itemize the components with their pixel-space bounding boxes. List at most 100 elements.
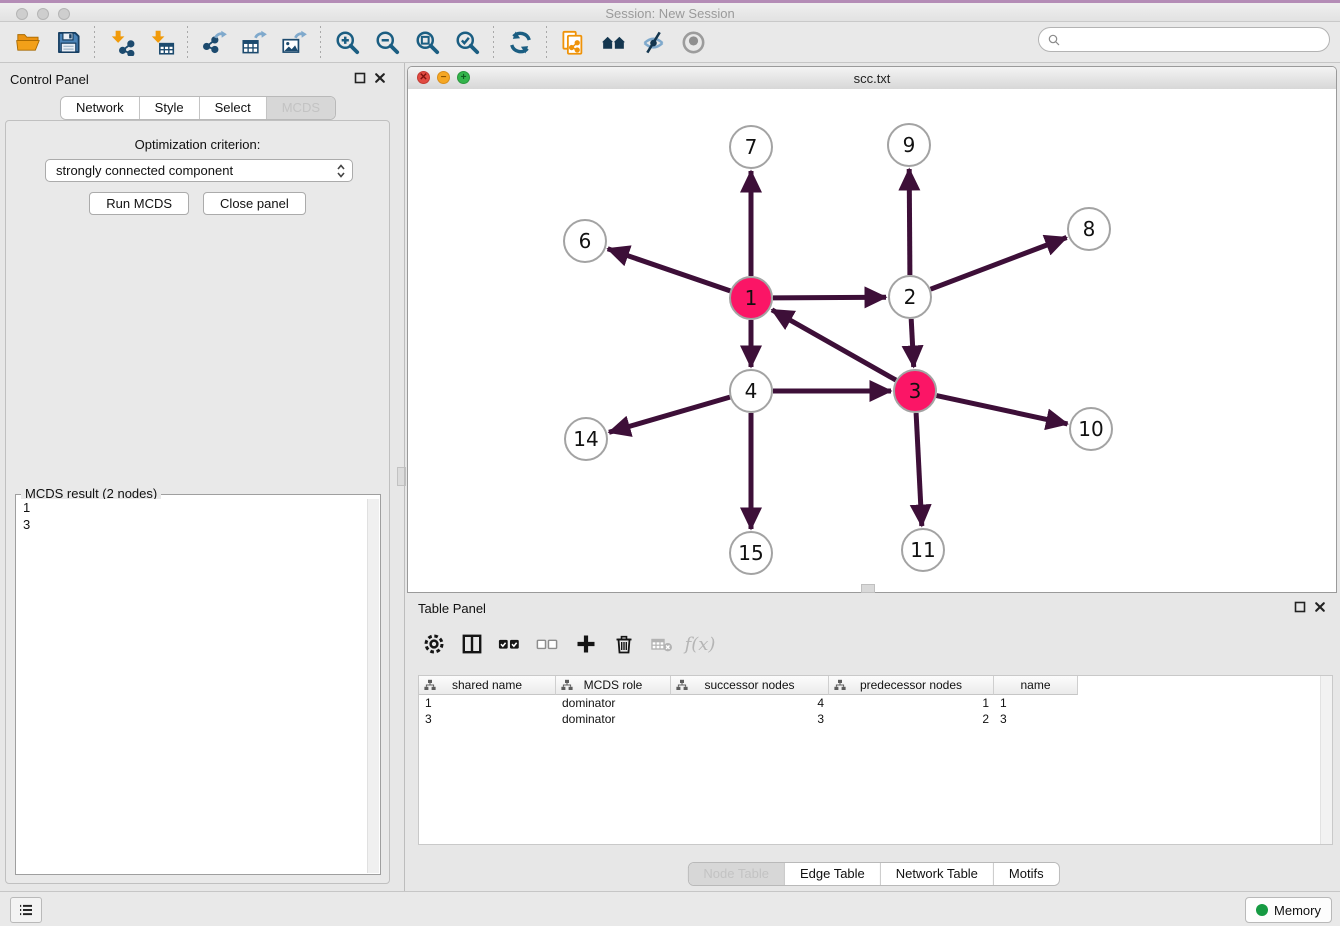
column-header-predecessor-nodes[interactable]: predecessor nodes: [829, 676, 994, 695]
node-8[interactable]: 8: [1068, 208, 1110, 250]
save-session-button[interactable]: [48, 25, 88, 59]
table-cell[interactable]: 1: [829, 695, 994, 711]
node-2[interactable]: 2: [889, 276, 931, 318]
float-panel-icon[interactable]: [354, 72, 366, 84]
tab-mcds[interactable]: MCDS: [267, 97, 335, 119]
export-table-button[interactable]: [234, 25, 274, 59]
node-7[interactable]: 7: [730, 126, 772, 168]
duplicate-network-icon: [560, 29, 587, 56]
column-header-shared-name[interactable]: shared name: [419, 676, 556, 695]
toolbar-separator: [94, 26, 95, 58]
node-4[interactable]: 4: [730, 370, 772, 412]
column-type-icon: [424, 679, 436, 691]
import-network-button[interactable]: [101, 25, 141, 59]
node-10[interactable]: 10: [1070, 408, 1112, 450]
node-14[interactable]: 14: [565, 418, 607, 460]
table-row[interactable]: 1dominator411: [419, 695, 1332, 711]
network-canvas[interactable]: 7 9 6 8 1 2 4 3 14 10 15 11: [408, 89, 1336, 592]
tab-network[interactable]: Network: [61, 97, 140, 119]
column-header-MCDS-role[interactable]: MCDS role: [556, 676, 671, 695]
edge-2-3[interactable]: [911, 319, 914, 367]
mcds-result-box: MCDS result (2 nodes) 13: [15, 494, 381, 875]
node-9[interactable]: 9: [888, 124, 930, 166]
mcds-result-list[interactable]: 13: [17, 499, 368, 873]
tab-node-table[interactable]: Node Table: [688, 863, 785, 885]
tab-style[interactable]: Style: [140, 97, 200, 119]
control-panel: Control Panel NetworkStyleSelectMCDS Opt…: [0, 63, 396, 891]
node-label: 10: [1078, 417, 1103, 441]
split-pane-button[interactable]: [456, 628, 488, 660]
panel-splitter[interactable]: [396, 63, 407, 891]
zoom-fit-button[interactable]: [407, 25, 447, 59]
tab-network-table[interactable]: Network Table: [881, 863, 994, 885]
table-row[interactable]: 3dominator323: [419, 711, 1332, 727]
search-icon: [1046, 32, 1062, 48]
table-cell[interactable]: dominator: [556, 695, 671, 711]
add-column-button[interactable]: [570, 628, 602, 660]
edge-4-14[interactable]: [609, 397, 730, 432]
node-label: 8: [1083, 217, 1096, 241]
table-cell[interactable]: 3: [671, 711, 829, 727]
edge-1-2[interactable]: [773, 297, 886, 298]
table-cell[interactable]: 4: [671, 695, 829, 711]
edge-3-1[interactable]: [772, 310, 896, 380]
table-cell[interactable]: 1: [419, 695, 556, 711]
table-options-button[interactable]: [418, 628, 450, 660]
table-cell[interactable]: 3: [994, 711, 1078, 727]
network-resize-grip[interactable]: [861, 584, 875, 593]
table-toolbar: f(x): [418, 626, 716, 662]
close-panel-icon[interactable]: [374, 72, 386, 84]
close-panel-button[interactable]: Close panel: [203, 192, 306, 215]
table-tabs: Node TableEdge TableNetwork TableMotifs: [687, 862, 1059, 886]
node-6[interactable]: 6: [564, 220, 606, 262]
result-scrollbar[interactable]: [367, 499, 379, 873]
duplicate-network-button[interactable]: [553, 25, 593, 59]
table-cell[interactable]: dominator: [556, 711, 671, 727]
edge-3-10[interactable]: [937, 396, 1068, 424]
table-cell[interactable]: 1: [994, 695, 1078, 711]
zoom-selected-button[interactable]: [447, 25, 487, 59]
import-table-button[interactable]: [141, 25, 181, 59]
table-cell[interactable]: 3: [419, 711, 556, 727]
delete-table-button[interactable]: [646, 628, 678, 660]
function-builder-button[interactable]: f(x): [684, 628, 716, 660]
hide-panels-button[interactable]: [633, 25, 673, 59]
record-button[interactable]: [673, 25, 713, 59]
node-1[interactable]: 1: [730, 277, 772, 319]
splitter-grip[interactable]: [397, 467, 406, 486]
run-mcds-button[interactable]: Run MCDS: [89, 192, 189, 215]
select-all-columns-button[interactable]: [494, 628, 526, 660]
apply-layout-icon: [507, 29, 534, 56]
memory-button[interactable]: Memory: [1245, 897, 1332, 923]
column-header-successor-nodes[interactable]: successor nodes: [671, 676, 829, 695]
apply-layout-button[interactable]: [500, 25, 540, 59]
export-image-button[interactable]: [274, 25, 314, 59]
float-table-panel-icon[interactable]: [1294, 601, 1306, 613]
task-history-button[interactable]: [10, 897, 42, 923]
zoom-in-button[interactable]: [327, 25, 367, 59]
open-file-button[interactable]: [8, 25, 48, 59]
zoom-out-button[interactable]: [367, 25, 407, 59]
network-window-titlebar: ✕ − + scc.txt: [408, 67, 1336, 90]
table-scrollbar[interactable]: [1320, 676, 1332, 844]
tab-edge-table[interactable]: Edge Table: [785, 863, 881, 885]
edge-2-8[interactable]: [931, 238, 1067, 290]
node-15[interactable]: 15: [730, 532, 772, 574]
search-input[interactable]: [1062, 32, 1329, 47]
home-view-button[interactable]: [593, 25, 633, 59]
edge-3-11[interactable]: [916, 413, 922, 526]
node-11[interactable]: 11: [902, 529, 944, 571]
delete-column-button[interactable]: [608, 628, 640, 660]
tab-motifs[interactable]: Motifs: [994, 863, 1059, 885]
criterion-select[interactable]: strongly connected component: [45, 159, 353, 182]
table-cell[interactable]: 2: [829, 711, 994, 727]
edge-1-6[interactable]: [608, 249, 731, 291]
close-table-panel-icon[interactable]: [1314, 601, 1326, 613]
column-header-name[interactable]: name: [994, 676, 1078, 695]
export-network-button[interactable]: [194, 25, 234, 59]
deselect-all-columns-button[interactable]: [532, 628, 564, 660]
tab-select[interactable]: Select: [200, 97, 267, 119]
node-3[interactable]: 3: [894, 370, 936, 412]
edge-2-9[interactable]: [909, 169, 910, 275]
mcds-result-line: 1: [23, 499, 368, 516]
